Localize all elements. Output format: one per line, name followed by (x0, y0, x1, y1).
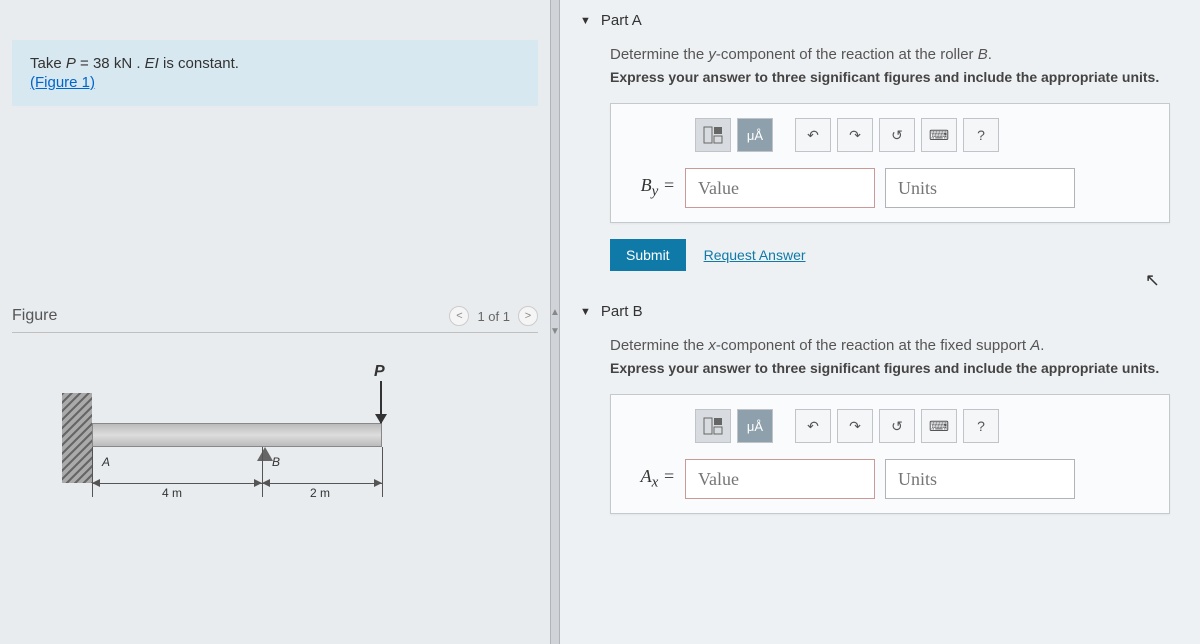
figure-nav-text: 1 of 1 (477, 309, 510, 324)
figure-prev-button[interactable]: < (449, 306, 469, 326)
prob-post: is constant. (159, 55, 239, 72)
part-b-title: Part B (601, 303, 643, 320)
part-b-header[interactable]: ▼ Part B (560, 291, 1200, 332)
undo-button[interactable]: ↶ (795, 118, 831, 152)
problem-statement: Take P = 38 kN . EI is constant. (Figure… (12, 40, 538, 106)
panel-divider[interactable]: ▲ ▼ (550, 0, 560, 644)
keyboard-icon: ⌨ (929, 418, 949, 435)
part-b-value-input[interactable] (685, 459, 875, 499)
dimension-1: 4 m (162, 486, 182, 500)
template-button[interactable] (695, 118, 731, 152)
beam-icon (92, 423, 382, 447)
divider-up-icon: ▲ (550, 307, 560, 318)
part-a-prompt: Determine the y-component of the reactio… (610, 46, 1175, 63)
template-icon (703, 417, 723, 435)
divider-down-icon: ▼ (550, 326, 560, 337)
part-a-var-label: By = (625, 175, 675, 201)
load-label: P (374, 363, 385, 381)
reset-icon: ↺ (891, 127, 903, 144)
part-b-prompt: Determine the x-component of the reactio… (610, 337, 1175, 354)
figure-diagram: P A B 4 m 2 m (12, 333, 538, 553)
prob-pre: Take (30, 55, 66, 72)
reset-icon: ↺ (891, 418, 903, 435)
prob-ei: EI (145, 55, 159, 72)
fixed-support-icon (62, 393, 92, 483)
help-button[interactable]: ? (963, 409, 999, 443)
point-a-label: A (102, 455, 110, 469)
request-answer-link[interactable]: Request Answer (704, 247, 806, 263)
reset-button[interactable]: ↺ (879, 118, 915, 152)
prob-var-p: P (66, 55, 76, 72)
redo-icon: ↷ (849, 418, 861, 435)
help-button[interactable]: ? (963, 118, 999, 152)
special-char-button[interactable]: μÅ (737, 118, 773, 152)
undo-button[interactable]: ↶ (795, 409, 831, 443)
redo-icon: ↷ (849, 127, 861, 144)
part-b-units-input[interactable] (885, 459, 1075, 499)
dimension-2: 2 m (310, 486, 330, 500)
cursor-icon: ↖ (1145, 270, 1160, 291)
part-a-answer-box: μÅ ↶ ↷ ↺ ⌨ ? By = (610, 103, 1170, 223)
redo-button[interactable]: ↷ (837, 409, 873, 443)
template-icon (703, 126, 723, 144)
part-b-var-label: Ax = (625, 466, 675, 492)
undo-icon: ↶ (807, 127, 819, 144)
redo-button[interactable]: ↷ (837, 118, 873, 152)
point-b-label: B (272, 455, 280, 469)
figure-next-button[interactable]: > (518, 306, 538, 326)
caret-down-icon: ▼ (580, 306, 591, 318)
part-b-answer-box: μÅ ↶ ↷ ↺ ⌨ ? Ax = (610, 394, 1170, 514)
special-char-button[interactable]: μÅ (737, 409, 773, 443)
reset-button[interactable]: ↺ (879, 409, 915, 443)
load-arrow-icon (380, 381, 382, 423)
part-a-instruct: Express your answer to three significant… (610, 69, 1175, 85)
undo-icon: ↶ (807, 418, 819, 435)
caret-down-icon: ▼ (580, 15, 591, 27)
part-a-value-input[interactable] (685, 168, 875, 208)
figure-link[interactable]: (Figure 1) (30, 74, 95, 91)
keyboard-icon: ⌨ (929, 127, 949, 144)
keyboard-button[interactable]: ⌨ (921, 409, 957, 443)
template-button[interactable] (695, 409, 731, 443)
keyboard-button[interactable]: ⌨ (921, 118, 957, 152)
figure-title: Figure (12, 307, 57, 325)
part-b-instruct: Express your answer to three significant… (610, 360, 1175, 376)
part-a-title: Part A (601, 12, 642, 29)
part-a-units-input[interactable] (885, 168, 1075, 208)
prob-eq: = 38 kN . (76, 55, 145, 72)
roller-support-icon (257, 447, 273, 461)
part-a-header[interactable]: ▼ Part A (560, 0, 1200, 41)
submit-button[interactable]: Submit (610, 239, 686, 271)
